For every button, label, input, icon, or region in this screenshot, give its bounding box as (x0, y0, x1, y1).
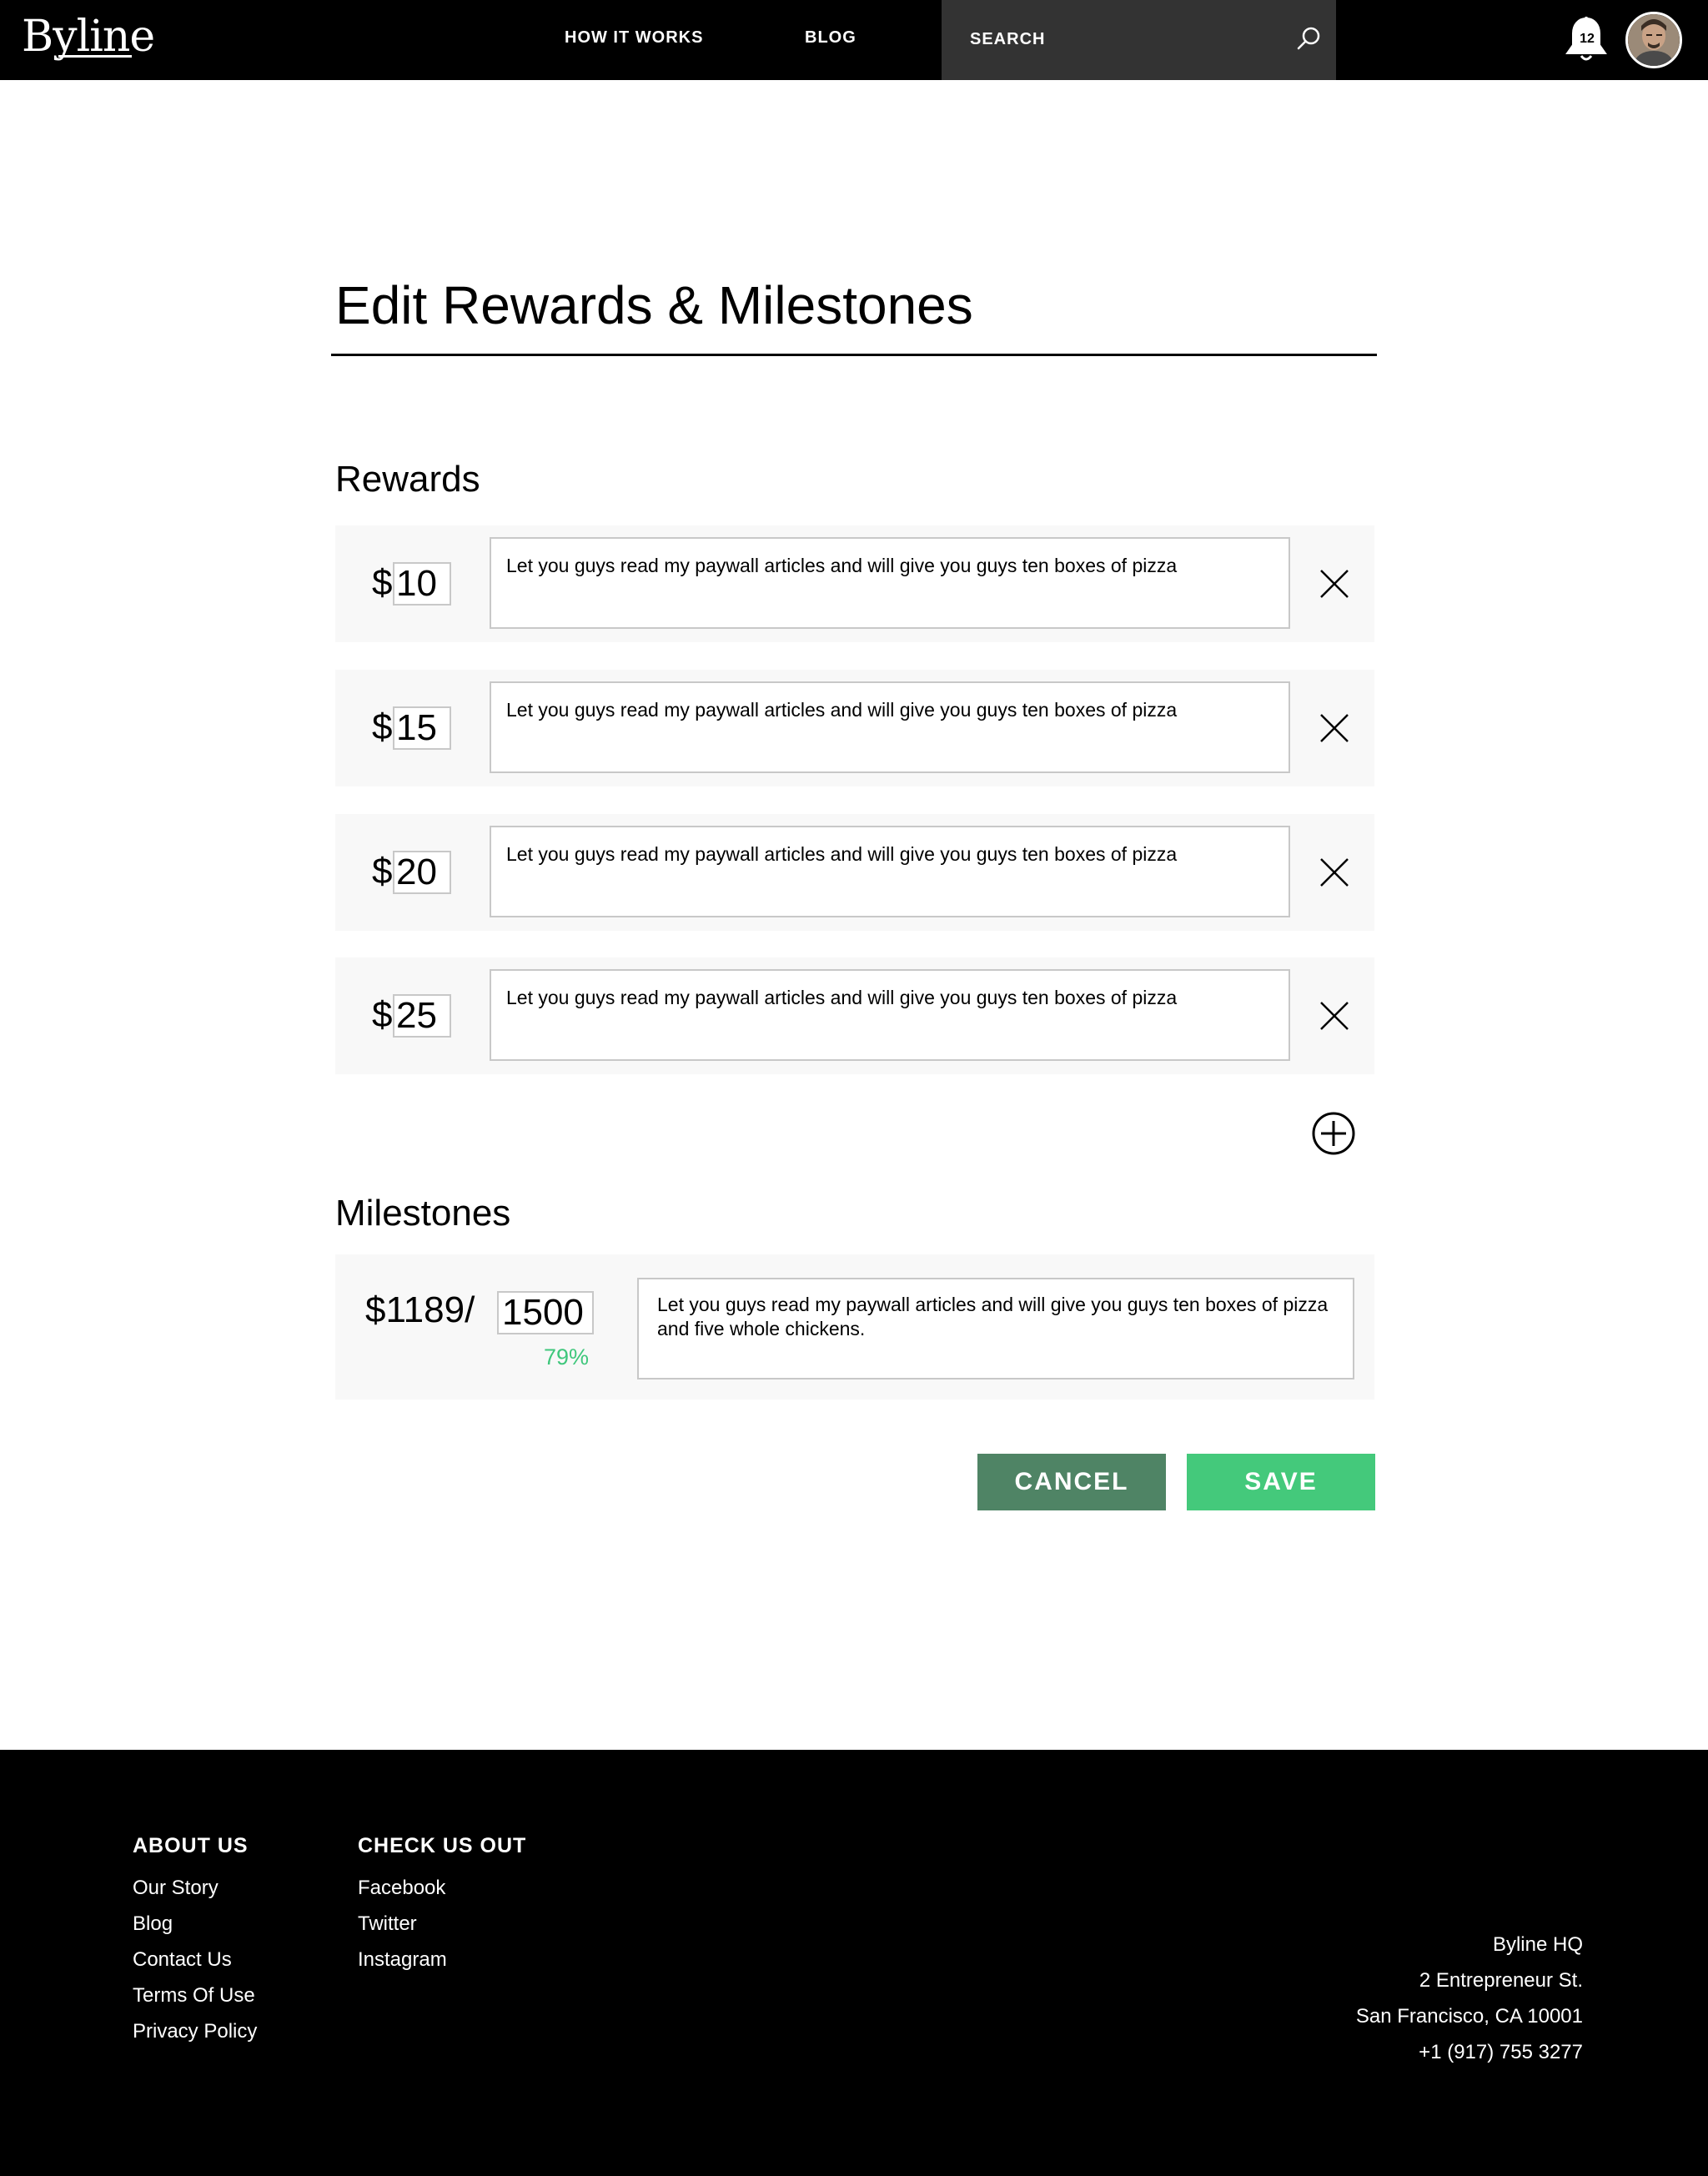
milestone-goal-input[interactable] (497, 1291, 594, 1334)
avatar[interactable] (1625, 12, 1682, 68)
reward-row: $ Let you guys read my paywall articles … (335, 670, 1374, 786)
address-company: Byline HQ (1492, 1933, 1583, 1956)
currency-symbol: $ (372, 851, 393, 892)
footer-link-privacy-policy[interactable]: Privacy Policy (133, 2013, 257, 2049)
page-title: Edit Rewards & Milestones (335, 275, 973, 335)
reward-amount-input[interactable] (393, 706, 451, 750)
footer-link-contact-us[interactable]: Contact Us (133, 1942, 257, 1977)
search-box (942, 0, 1336, 80)
reward-description-input[interactable]: Let you guys read my paywall articles an… (490, 969, 1290, 1061)
currency-symbol: $ (372, 706, 393, 747)
notification-count-badge: 12 (1580, 32, 1595, 46)
footer-link-terms-of-use[interactable]: Terms Of Use (133, 1977, 257, 2013)
reward-row: $ Let you guys read my paywall articles … (335, 525, 1374, 642)
site-footer: ABOUT US Our Story Blog Contact Us Terms… (0, 1750, 1708, 2176)
reward-description-input[interactable]: Let you guys read my paywall articles an… (490, 681, 1290, 773)
address-city: San Francisco, CA 10001 (1355, 2005, 1583, 2028)
footer-about-heading: ABOUT US (133, 1834, 249, 1857)
close-icon[interactable] (1318, 567, 1351, 601)
reward-amount-input[interactable] (393, 562, 451, 606)
rewards-heading: Rewards (335, 459, 480, 500)
avatar-photo-icon (1628, 14, 1680, 66)
nav-how-it-works[interactable]: HOW IT WORKS (565, 28, 703, 48)
footer-address: Byline HQ 2 Entrepreneur St. San Francis… (1356, 1927, 1583, 2070)
footer-link-facebook[interactable]: Facebook (358, 1870, 526, 1906)
plus-circle-icon[interactable] (1311, 1111, 1356, 1156)
close-icon[interactable] (1318, 999, 1351, 1033)
footer-link-blog[interactable]: Blog (133, 1906, 257, 1942)
reward-description-input[interactable]: Let you guys read my paywall articles an… (490, 826, 1290, 917)
milestones-heading: Milestones (335, 1193, 511, 1234)
reward-description-input[interactable]: Let you guys read my paywall articles an… (490, 537, 1290, 629)
cancel-button[interactable]: CANCEL (977, 1454, 1166, 1510)
save-button[interactable]: SAVE (1187, 1454, 1375, 1510)
reward-row: $ Let you guys read my paywall articles … (335, 957, 1374, 1074)
title-divider (331, 354, 1377, 356)
close-icon[interactable] (1318, 856, 1351, 889)
nav-blog[interactable]: BLOG (805, 28, 857, 48)
logo-underline (58, 55, 132, 58)
milestone-current-amount: $1189/ (365, 1289, 475, 1330)
currency-symbol: $ (372, 562, 393, 603)
byline-logo[interactable]: Byline (22, 12, 155, 62)
reward-row: $ Let you guys read my paywall articles … (335, 814, 1374, 931)
search-icon[interactable] (1295, 25, 1324, 53)
address-street: 2 Entrepreneur St. (1419, 1969, 1583, 1992)
milestone-progress-percent: 79% (543, 1344, 589, 1369)
close-icon[interactable] (1318, 711, 1351, 745)
milestone-row: $1189/ 79% Let you guys read my paywall … (335, 1254, 1374, 1400)
footer-link-instagram[interactable]: Instagram (358, 1942, 526, 1977)
footer-social-column: CHECK US OUT Facebook Twitter Instagram (358, 1833, 526, 1977)
footer-social-heading: CHECK US OUT (358, 1834, 527, 1857)
top-navigation-bar: Byline HOW IT WORKS BLOG 12 (0, 0, 1708, 80)
footer-about-column: ABOUT US Our Story Blog Contact Us Terms… (133, 1833, 257, 2049)
reward-amount-input[interactable] (393, 851, 451, 894)
reward-amount-input[interactable] (393, 994, 451, 1038)
footer-link-our-story[interactable]: Our Story (133, 1870, 257, 1906)
search-input[interactable] (968, 25, 1268, 53)
address-phone: +1 (917) 755 3277 (1419, 2041, 1583, 2063)
milestone-description-input[interactable]: Let you guys read my paywall articles an… (637, 1278, 1354, 1379)
currency-symbol: $ (372, 994, 393, 1035)
footer-link-twitter[interactable]: Twitter (358, 1906, 526, 1942)
